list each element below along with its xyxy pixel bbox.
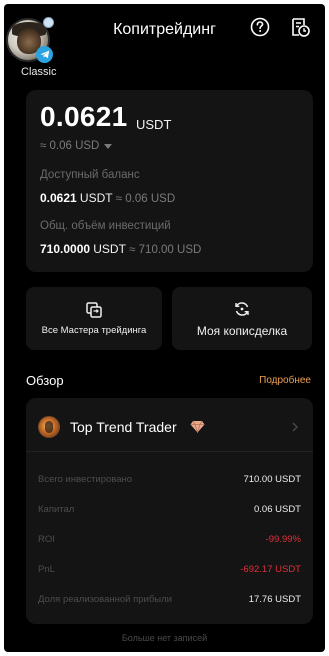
refresh-arrows-icon [235, 301, 249, 316]
my-copy-deal-button[interactable]: Моя кописделка [172, 287, 312, 350]
stat-row: Доля реализованной прибыли 17.76 USDT [38, 594, 301, 610]
total-invested-row: 710.0000 USDT ≈ 710.00 USD [40, 242, 201, 256]
balance-card: 0.0621 USDT ≈ 0.06 USD Доступный баланс … [26, 90, 313, 272]
stat-value: -692.17 USDT [240, 564, 301, 575]
balance-unit: USDT [136, 117, 172, 132]
header: Classic Копитрейдинг [4, 4, 325, 78]
available-balance-row: 0.0621 USDT ≈ 0.06 USD [40, 191, 175, 205]
trader-header[interactable]: Top Trend Trader [26, 398, 313, 452]
stat-label: Доля реализованной прибыли [38, 594, 172, 605]
trader-card[interactable]: Top Trend Trader Всего инвестировано 710… [26, 398, 313, 624]
chevron-right-icon[interactable] [291, 422, 299, 432]
balance-usd-value: ≈ 0.06 USD [40, 140, 100, 152]
total-invested-amount: 710.0000 [40, 242, 91, 256]
stat-row: PnL -692.17 USDT [38, 564, 301, 580]
stat-value: -99.99% [265, 534, 301, 545]
all-masters-label: Все Мастера трейдинга [41, 325, 147, 336]
all-masters-button[interactable]: Все Мастера трейдинга [26, 287, 162, 350]
total-invested-usd: ≈ 710.00 USD [129, 244, 202, 256]
no-more-records-note: Больше нет записей [121, 633, 208, 643]
stat-value: 710.00 USDT [243, 474, 301, 485]
available-balance-usd: ≈ 0.06 USD [115, 193, 176, 205]
overview-more-link[interactable]: Подробнее [259, 375, 311, 386]
stat-row: Капитал 0.06 USDT [38, 504, 301, 520]
stat-value: 17.76 USDT [248, 594, 301, 605]
swap-square-icon [86, 302, 102, 318]
page-title: Копитрейдинг [113, 21, 216, 38]
help-circle-icon[interactable] [249, 16, 271, 38]
my-copy-deal-label: Моя кописделка [196, 323, 288, 338]
total-invested-label: Общ. объём инвестиций [40, 220, 171, 232]
available-balance-amount: 0.0621 [40, 191, 77, 205]
account-type-label[interactable]: Classic [21, 66, 56, 78]
stat-label: Всего инвестировано [38, 474, 133, 485]
gem-icon [190, 420, 205, 433]
balance-usd-selector[interactable]: ≈ 0.06 USD [40, 140, 113, 152]
stat-label: Капитал [38, 504, 75, 515]
balance-amount: 0.0621 [40, 101, 128, 132]
available-balance-unit: USDT [79, 191, 113, 205]
stat-row: ROI -99.99% [38, 534, 301, 550]
document-clock-icon[interactable] [289, 16, 311, 38]
trader-name: Top Trend Trader [70, 419, 177, 435]
stat-value: 0.06 USDT [254, 504, 301, 515]
overview-title: Обзор [26, 373, 64, 388]
stat-label: PnL [38, 564, 55, 575]
stat-row: Всего инвестировано 710.00 USDT [38, 474, 301, 490]
stat-label: ROI [38, 534, 55, 545]
trader-avatar [38, 416, 60, 438]
phone-screen: Classic Копитрейдинг 0.0621 USDT ≈ 0.06 … [4, 4, 325, 652]
available-balance-label: Доступный баланс [40, 169, 140, 181]
telegram-icon [36, 46, 53, 63]
total-invested-unit: USDT [93, 242, 126, 256]
caret-down-icon [104, 143, 113, 149]
